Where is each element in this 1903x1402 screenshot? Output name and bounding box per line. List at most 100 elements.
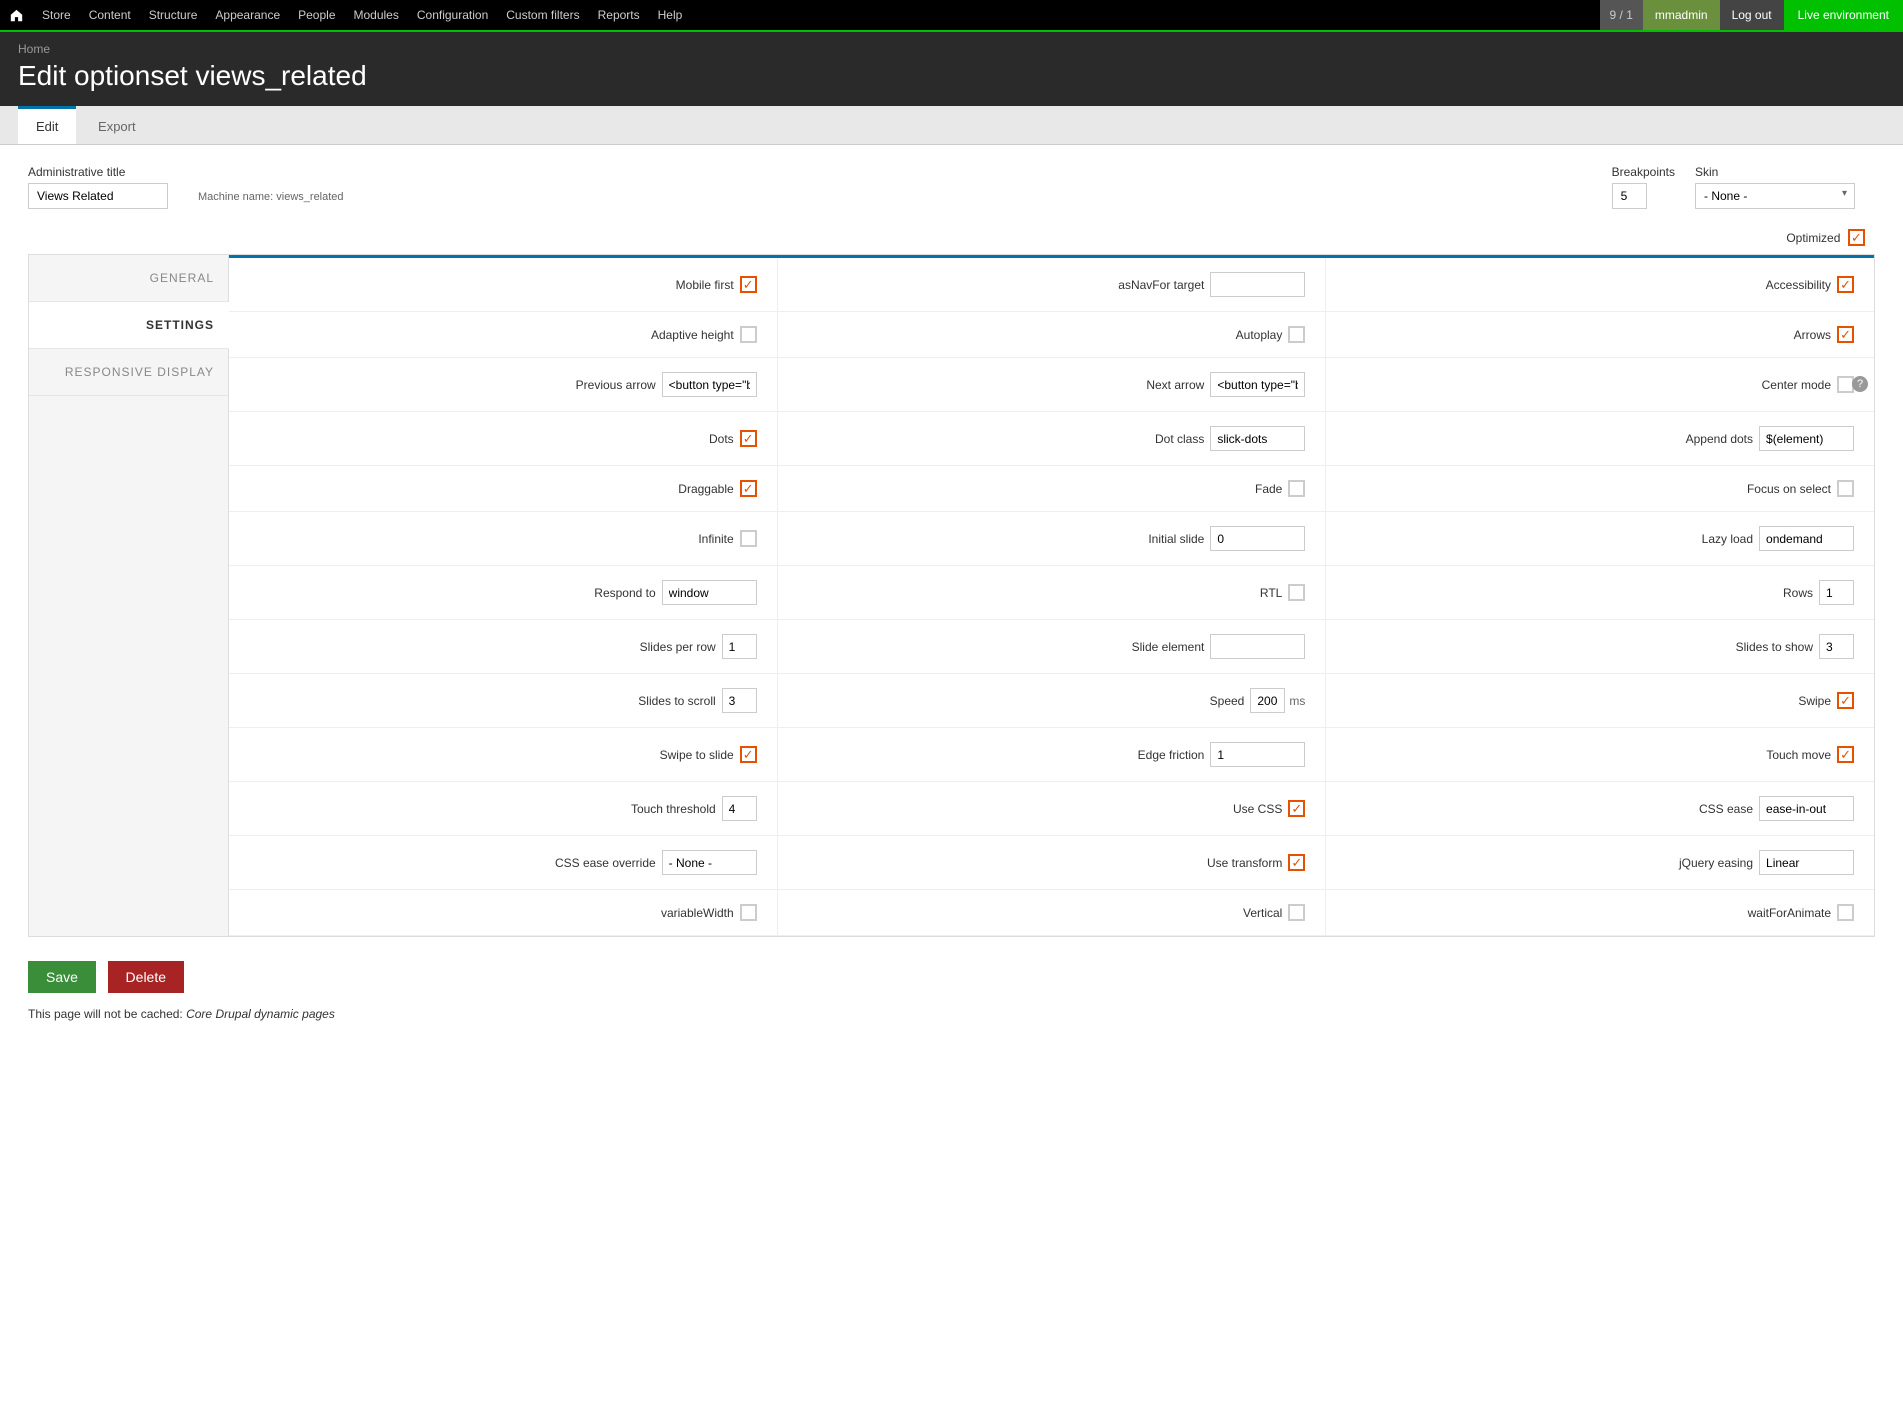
setting-input[interactable]	[662, 580, 757, 605]
toolbar-item-structure[interactable]: Structure	[140, 0, 207, 30]
setting-checkbox[interactable]	[1837, 692, 1854, 709]
setting-checkbox[interactable]	[1837, 326, 1854, 343]
setting-checkbox[interactable]	[740, 530, 757, 547]
settings-cell: Respond to	[229, 566, 778, 619]
setting-input[interactable]	[1759, 796, 1854, 821]
machine-name: Machine name: views_related	[198, 191, 344, 209]
settings-cell: Swipe to slide	[229, 728, 778, 781]
settings-cell: CSS ease	[1326, 782, 1874, 835]
settings-cell: Touch move	[1326, 728, 1874, 781]
setting-label: Use CSS	[1233, 802, 1282, 816]
setting-input[interactable]	[1819, 634, 1854, 659]
primary-tabs: Edit Export	[0, 106, 1903, 145]
toolbar-item-people[interactable]: People	[289, 0, 344, 30]
toolbar-item-store[interactable]: Store	[33, 0, 80, 30]
setting-input[interactable]	[1210, 426, 1305, 451]
setting-checkbox[interactable]	[1837, 276, 1854, 293]
setting-label: Mobile first	[676, 278, 734, 292]
setting-label: Adaptive height	[651, 328, 734, 342]
tab-edit[interactable]: Edit	[18, 106, 76, 144]
setting-suffix: ms	[1289, 694, 1305, 708]
settings-cell: Edge friction	[778, 728, 1327, 781]
setting-input[interactable]	[662, 850, 757, 875]
setting-checkbox[interactable]	[1837, 480, 1854, 497]
setting-input[interactable]	[722, 688, 757, 713]
toolbar-logout[interactable]: Log out	[1720, 0, 1784, 30]
toolbar-home-link[interactable]	[0, 0, 33, 30]
top-fields: Administrative title Machine name: views…	[28, 165, 1875, 209]
toolbar-user[interactable]: mmadmin	[1643, 0, 1720, 30]
toolbar-item-appearance[interactable]: Appearance	[206, 0, 289, 30]
setting-input[interactable]	[722, 634, 757, 659]
setting-checkbox[interactable]	[1837, 904, 1854, 921]
setting-checkbox[interactable]	[740, 430, 757, 447]
settings-row: Mobile firstasNavFor targetAccessibility	[229, 258, 1874, 312]
vtab-general[interactable]: GENERAL	[29, 255, 228, 302]
setting-input[interactable]	[1759, 426, 1854, 451]
setting-input[interactable]	[1210, 372, 1305, 397]
setting-label: Next arrow	[1146, 378, 1204, 392]
toolbar-item-custom-filters[interactable]: Custom filters	[497, 0, 588, 30]
toolbar-badge[interactable]: 9 / 1	[1600, 0, 1643, 30]
setting-label: Previous arrow	[576, 378, 656, 392]
setting-input[interactable]	[1759, 850, 1854, 875]
settings-cell: Fade	[778, 466, 1327, 511]
toolbar-item-content[interactable]: Content	[80, 0, 140, 30]
breakpoints-input[interactable]	[1612, 183, 1647, 209]
setting-input[interactable]	[1759, 526, 1854, 551]
skin-select[interactable]: - None -	[1695, 183, 1855, 209]
settings-cell: jQuery easing	[1326, 836, 1874, 889]
setting-input[interactable]	[722, 796, 757, 821]
settings-cell: Center mode	[1326, 358, 1874, 411]
breadcrumb-home[interactable]: Home	[18, 42, 50, 56]
admin-title-input[interactable]	[28, 183, 168, 209]
settings-row: InfiniteInitial slideLazy load	[229, 512, 1874, 566]
save-button[interactable]: Save	[28, 961, 96, 993]
setting-label: Slides to show	[1736, 640, 1813, 654]
setting-input[interactable]	[1819, 580, 1854, 605]
setting-checkbox[interactable]	[1288, 904, 1305, 921]
toolbar-item-reports[interactable]: Reports	[589, 0, 649, 30]
vtab-responsive[interactable]: RESPONSIVE DISPLAY	[29, 349, 228, 396]
setting-checkbox[interactable]	[740, 276, 757, 293]
setting-label: Slides per row	[640, 640, 716, 654]
setting-checkbox[interactable]	[1288, 480, 1305, 497]
setting-checkbox[interactable]	[740, 904, 757, 921]
setting-checkbox[interactable]	[1288, 854, 1305, 871]
delete-button[interactable]: Delete	[108, 961, 184, 993]
tab-export[interactable]: Export	[80, 109, 154, 144]
vtab-settings[interactable]: SETTINGS	[29, 302, 229, 349]
setting-checkbox[interactable]	[1288, 584, 1305, 601]
help-icon[interactable]: ?	[1852, 376, 1868, 392]
setting-label: Swipe to slide	[660, 748, 734, 762]
setting-input[interactable]	[1210, 526, 1305, 551]
setting-label: Slides to scroll	[638, 694, 715, 708]
setting-input[interactable]	[1210, 634, 1305, 659]
optimized-checkbox[interactable]	[1848, 229, 1865, 246]
setting-checkbox[interactable]	[1837, 746, 1854, 763]
setting-label: Dots	[709, 432, 734, 446]
toolbar-environment: Live environment	[1784, 0, 1903, 30]
setting-checkbox[interactable]	[740, 326, 757, 343]
toolbar-item-modules[interactable]: Modules	[345, 0, 408, 30]
breakpoints-label: Breakpoints	[1612, 165, 1675, 179]
settings-row: DotsDot classAppend dots?	[229, 412, 1874, 466]
setting-checkbox[interactable]	[1288, 326, 1305, 343]
setting-checkbox[interactable]	[740, 746, 757, 763]
settings-cell: Accessibility	[1326, 258, 1874, 311]
setting-label: Accessibility	[1766, 278, 1831, 292]
setting-input[interactable]	[1210, 272, 1305, 297]
setting-label: Infinite	[698, 532, 733, 546]
toolbar-item-configuration[interactable]: Configuration	[408, 0, 497, 30]
setting-input[interactable]	[1210, 742, 1305, 767]
setting-checkbox[interactable]	[740, 480, 757, 497]
optimized-label: Optimized	[1786, 231, 1840, 245]
admin-toolbar: StoreContentStructureAppearancePeopleMod…	[0, 0, 1903, 30]
setting-label: Use transform	[1207, 856, 1282, 870]
toolbar-item-help[interactable]: Help	[649, 0, 692, 30]
setting-input[interactable]	[1250, 688, 1285, 713]
settings-cell: Use transform	[778, 836, 1327, 889]
setting-checkbox[interactable]	[1288, 800, 1305, 817]
setting-input[interactable]	[662, 372, 757, 397]
setting-label: Vertical	[1243, 906, 1282, 920]
